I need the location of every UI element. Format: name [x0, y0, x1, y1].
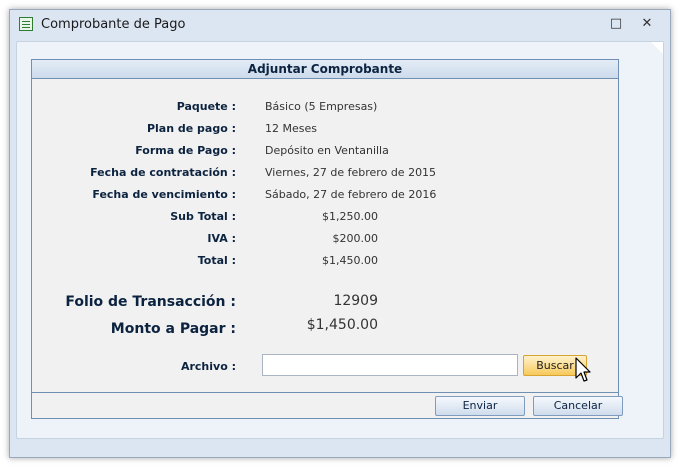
- file-input[interactable]: [262, 354, 518, 376]
- amount-due-label: Monto a Pagar :: [110, 321, 236, 337]
- total-label: Total :: [197, 254, 236, 267]
- transaction-folio-value: 12909: [333, 293, 378, 309]
- package-value: Básico (5 Empresas): [265, 100, 378, 113]
- iva-label: IVA :: [207, 232, 236, 245]
- amount-due-value: $1,450.00: [306, 317, 378, 333]
- document-icon: [19, 17, 33, 31]
- file-label: Archivo :: [180, 360, 236, 373]
- mouse-pointer-icon: [575, 357, 591, 382]
- payment-plan-value: 12 Meses: [265, 122, 317, 135]
- send-button[interactable]: Enviar: [435, 396, 525, 416]
- contract-date-value: Viernes, 27 de febrero de 2015: [265, 166, 437, 179]
- expiration-date-label: Fecha de vencimiento :: [92, 188, 236, 201]
- package-label: Paquete :: [176, 100, 236, 113]
- attach-receipt-panel: Adjuntar Comprobante Paquete : Básico (5…: [31, 59, 623, 419]
- title-bar[interactable]: Comprobante de Pago □ ✕: [10, 10, 670, 40]
- subtotal-value: $1,250.00: [322, 210, 378, 223]
- panel-heading: Adjuntar Comprobante: [32, 60, 618, 79]
- total-value: $1,450.00: [322, 254, 378, 267]
- page-corner-icon: [651, 42, 663, 54]
- payment-plan-label: Plan de pago :: [146, 122, 236, 135]
- payment-method-value: Depósito en Ventanilla: [265, 144, 389, 157]
- payment-method-label: Forma de Pago :: [135, 144, 236, 157]
- iva-value: $200.00: [332, 232, 379, 245]
- subtotal-label: Sub Total :: [170, 210, 236, 223]
- contract-date-label: Fecha de contratación :: [90, 166, 236, 179]
- window-title: Comprobante de Pago: [41, 17, 186, 32]
- close-icon[interactable]: ✕: [638, 15, 656, 33]
- cancel-button[interactable]: Cancelar: [533, 396, 623, 416]
- footer-divider: [32, 392, 618, 393]
- transaction-folio-label: Folio de Transacción :: [65, 294, 236, 310]
- expiration-date-value: Sábado, 27 de febrero de 2016: [265, 188, 437, 201]
- maximize-icon[interactable]: □: [607, 15, 625, 33]
